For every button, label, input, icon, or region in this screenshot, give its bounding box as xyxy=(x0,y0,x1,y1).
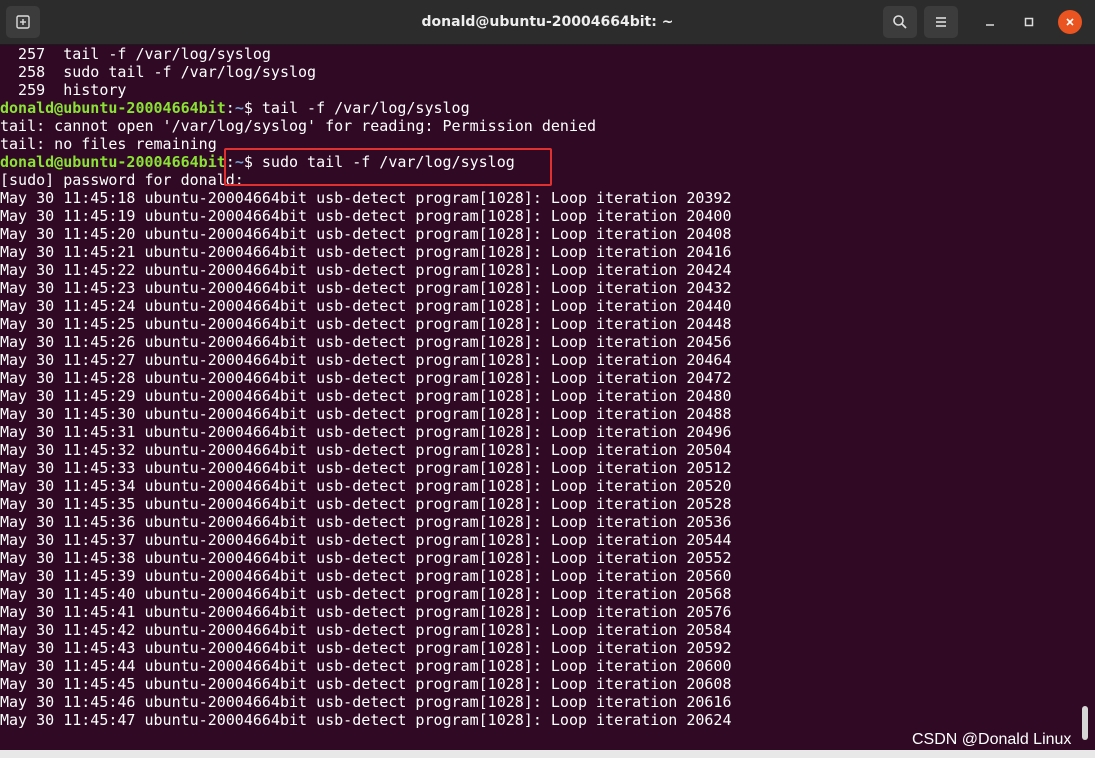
log-line: May 30 11:45:35 ubuntu-20004664bit usb-d… xyxy=(0,495,732,513)
terminal-output[interactable]: 257 tail -f /var/log/syslog 258 sudo tai… xyxy=(0,45,1080,750)
log-line: May 30 11:45:22 ubuntu-20004664bit usb-d… xyxy=(0,261,732,279)
log-line: May 30 11:45:45 ubuntu-20004664bit usb-d… xyxy=(0,675,732,693)
log-line: May 30 11:45:30 ubuntu-20004664bit usb-d… xyxy=(0,405,732,423)
log-line: May 30 11:45:44 ubuntu-20004664bit usb-d… xyxy=(0,657,732,675)
log-line: May 30 11:45:36 ubuntu-20004664bit usb-d… xyxy=(0,513,732,531)
close-icon xyxy=(1066,18,1074,26)
history-line: 258 sudo tail -f /var/log/syslog xyxy=(0,63,317,81)
log-line: May 30 11:45:41 ubuntu-20004664bit usb-d… xyxy=(0,603,732,621)
prompt-user: donald@ubuntu-20004664bit xyxy=(0,153,226,171)
log-line: May 30 11:45:29 ubuntu-20004664bit usb-d… xyxy=(0,387,732,405)
log-line: May 30 11:45:26 ubuntu-20004664bit usb-d… xyxy=(0,333,732,351)
log-line: May 30 11:45:20 ubuntu-20004664bit usb-d… xyxy=(0,225,732,243)
log-line: May 30 11:45:31 ubuntu-20004664bit usb-d… xyxy=(0,423,732,441)
error-line: tail: cannot open '/var/log/syslog' for … xyxy=(0,117,597,135)
bottom-strip xyxy=(0,750,1095,758)
log-line: May 30 11:45:18 ubuntu-20004664bit usb-d… xyxy=(0,189,732,207)
log-line: May 30 11:45:24 ubuntu-20004664bit usb-d… xyxy=(0,297,732,315)
log-line: May 30 11:45:19 ubuntu-20004664bit usb-d… xyxy=(0,207,732,225)
search-icon xyxy=(893,15,907,29)
log-line: May 30 11:45:46 ubuntu-20004664bit usb-d… xyxy=(0,693,732,711)
log-line: May 30 11:45:23 ubuntu-20004664bit usb-d… xyxy=(0,279,732,297)
log-line: May 30 11:45:38 ubuntu-20004664bit usb-d… xyxy=(0,549,732,567)
log-line: May 30 11:45:33 ubuntu-20004664bit usb-d… xyxy=(0,459,732,477)
log-line: May 30 11:45:32 ubuntu-20004664bit usb-d… xyxy=(0,441,732,459)
log-line: May 30 11:45:47 ubuntu-20004664bit usb-d… xyxy=(0,711,732,729)
log-line: May 30 11:45:28 ubuntu-20004664bit usb-d… xyxy=(0,369,732,387)
log-line: May 30 11:45:21 ubuntu-20004664bit usb-d… xyxy=(0,243,732,261)
log-line: May 30 11:45:27 ubuntu-20004664bit usb-d… xyxy=(0,351,732,369)
history-line: 257 tail -f /var/log/syslog xyxy=(0,45,271,63)
prompt-path: ~ xyxy=(234,99,244,117)
window-titlebar[interactable]: donald@ubuntu-20004664bit: ~ xyxy=(0,0,1095,45)
new-tab-button[interactable] xyxy=(6,6,40,38)
prompt-command: $ tail -f /var/log/syslog xyxy=(243,99,470,117)
minimize-icon xyxy=(986,24,994,26)
prompt-colon: : xyxy=(225,99,235,117)
maximize-button[interactable] xyxy=(1017,10,1041,34)
hamburger-menu-icon xyxy=(936,17,946,27)
new-tab-icon xyxy=(16,15,30,29)
watermark: CSDN @Donald Linux xyxy=(912,731,1072,748)
log-line: May 30 11:45:39 ubuntu-20004664bit usb-d… xyxy=(0,567,732,585)
log-line: May 30 11:45:42 ubuntu-20004664bit usb-d… xyxy=(0,621,732,639)
log-line: May 30 11:45:37 ubuntu-20004664bit usb-d… xyxy=(0,531,732,549)
log-line: May 30 11:45:40 ubuntu-20004664bit usb-d… xyxy=(0,585,732,603)
prompt-line: donald@ubuntu-20004664bit:~$ tail -f /va… xyxy=(0,99,1080,117)
log-line: May 30 11:45:34 ubuntu-20004664bit usb-d… xyxy=(0,477,732,495)
log-line: May 30 11:45:43 ubuntu-20004664bit usb-d… xyxy=(0,639,732,657)
history-line: 259 history xyxy=(0,81,127,99)
terminal-scrollbar[interactable] xyxy=(1082,706,1088,740)
prompt-user: donald@ubuntu-20004664bit xyxy=(0,99,226,117)
close-button[interactable] xyxy=(1058,10,1082,34)
minimize-button[interactable] xyxy=(978,10,1002,34)
log-line: May 30 11:45:25 ubuntu-20004664bit usb-d… xyxy=(0,315,732,333)
maximize-icon xyxy=(1024,17,1034,27)
highlight-annotation-box xyxy=(224,148,552,186)
menu-button[interactable] xyxy=(924,6,958,38)
search-button[interactable] xyxy=(883,6,917,38)
